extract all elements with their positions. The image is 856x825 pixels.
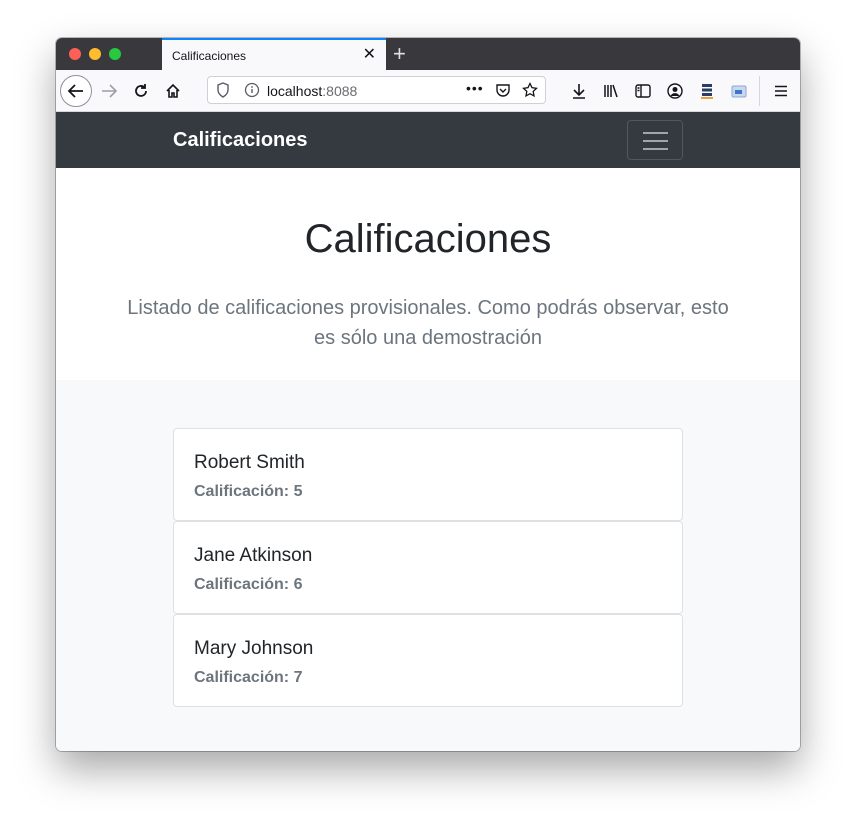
list-item: Robert Smith Calificación: 5 [173,428,683,521]
downloads-button[interactable] [564,76,594,106]
arrow-left-icon [67,84,83,98]
page-title: Calificaciones [304,217,552,261]
shield-icon[interactable] [216,82,230,103]
navbar-brand[interactable]: Calificaciones [173,129,308,152]
jumbotron: Calificaciones Listado de calificaciones… [56,168,800,380]
page-actions-icon[interactable]: ••• [466,80,484,96]
library-button[interactable] [596,76,626,106]
url-bar[interactable]: localhost:8088 ••• [207,76,546,104]
toolbar-separator [759,76,760,106]
library-icon [604,84,618,98]
toggler-bar [643,140,668,142]
extension-button[interactable] [692,76,722,106]
back-button[interactable] [60,75,92,107]
student-grade: Calificación: 5 [194,483,303,500]
sidebar-icon [635,84,651,98]
zoom-window-button[interactable] [109,48,121,60]
arrow-right-icon [102,84,118,98]
list-item: Jane Atkinson Calificación: 6 [173,521,683,614]
home-button[interactable] [158,76,188,106]
hamburger-icon [775,85,787,97]
student-name: Jane Atkinson [194,545,313,566]
bookmark-star-icon[interactable] [522,81,538,103]
info-icon[interactable] [244,82,260,103]
toggler-bar [643,148,668,150]
grades-list: Robert Smith Calificación: 5 Jane Atkins… [56,380,800,751]
home-icon [166,83,180,98]
page-viewport: Calificaciones Calificaciones Listado de… [56,112,800,751]
site-navbar: Calificaciones [56,112,800,168]
toggler-bar [643,132,668,134]
reload-button[interactable] [126,76,156,106]
extension-window-icon [731,85,747,98]
reload-icon [135,84,147,97]
browser-window: Calificaciones ✕ + localhost:8088 ••• Ca… [56,38,800,751]
account-icon [667,83,683,99]
url-text[interactable]: localhost:8088 [267,83,357,99]
navbar-toggler-button[interactable] [627,120,683,160]
student-name: Mary Johnson [194,638,314,659]
lead-text: Listado de calificaciones provisionales.… [127,297,729,349]
tab-title: Calificaciones [172,49,247,63]
extension-button-2[interactable] [724,76,754,106]
tab-calificaciones[interactable]: Calificaciones ✕ [162,38,386,70]
tab-strip: Calificaciones ✕ + [56,38,800,70]
forward-button[interactable] [94,76,124,106]
account-button[interactable] [660,76,690,106]
menu-button[interactable] [766,76,796,106]
close-window-button[interactable] [69,48,81,60]
browser-toolbar: localhost:8088 ••• [56,70,800,112]
student-name: Robert Smith [194,452,305,473]
student-grade: Calificación: 7 [194,669,303,686]
new-tab-button[interactable]: + [393,41,406,67]
download-icon [573,84,585,99]
close-icon[interactable]: ✕ [363,46,376,64]
sidebar-button[interactable] [628,76,658,106]
student-grade: Calificación: 6 [194,576,303,593]
list-item: Mary Johnson Calificación: 7 [173,614,683,707]
pocket-icon[interactable] [495,82,511,103]
minimize-window-button[interactable] [89,48,101,60]
extension-stack-icon [701,84,713,99]
